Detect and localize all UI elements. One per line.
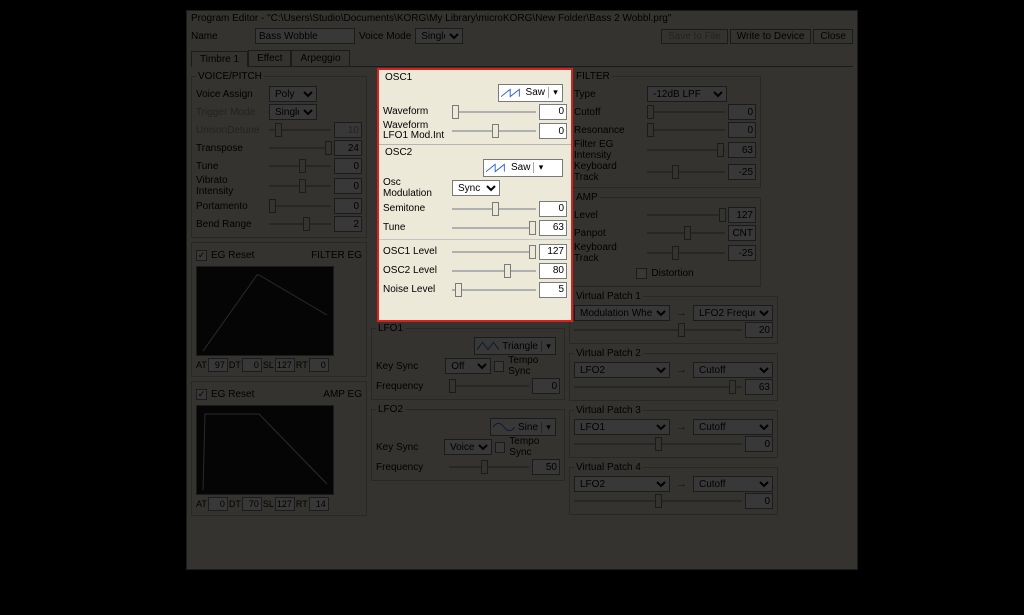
unison-detune-slider [269, 123, 331, 137]
tab-arpeggio[interactable]: Arpeggio [291, 50, 349, 66]
window-title: Program Editor - "C:\Users\Studio\Docume… [191, 13, 671, 24]
lfo1-keysync-select[interactable]: Off [445, 358, 491, 374]
osc1-group: OSC1 Saw ▾ Waveform0 Waveform LFO1 Mod.I… [379, 70, 571, 145]
amp-eg-graph[interactable] [196, 405, 334, 495]
osc1-lfo1mod-slider[interactable] [452, 124, 536, 138]
write-to-device-button[interactable]: Write to Device [730, 29, 812, 44]
vp2-src-select[interactable]: LFO2 [574, 362, 670, 378]
filter-group: FILTER Type-12dB LPF Cutoff0 Resonance0 … [569, 71, 761, 188]
lfo1-tempo-sync-checkbox[interactable]: Tempo Sync [494, 355, 560, 377]
lfo1-freq-slider[interactable] [449, 379, 529, 393]
tune-slider[interactable] [269, 159, 331, 173]
osc2-semitone-slider[interactable] [452, 202, 536, 216]
arrow-right-icon: → [674, 421, 689, 433]
arrow-right-icon: → [674, 307, 689, 319]
filter-eg-graph[interactable] [196, 266, 334, 356]
vibrato-slider[interactable] [269, 179, 331, 193]
tab-effect[interactable]: Effect [248, 50, 291, 66]
chevron-down-icon: ▾ [548, 87, 560, 98]
trigger-mode-select: Single [269, 104, 317, 120]
osc1-level-slider[interactable] [452, 245, 536, 259]
filter-kbd-slider[interactable] [647, 165, 725, 179]
saw-wave-icon [486, 162, 508, 174]
lfo2-tempo-sync-checkbox[interactable]: Tempo Sync [495, 436, 560, 458]
chevron-down-icon: ▾ [541, 422, 553, 433]
amp-level-slider[interactable] [647, 208, 725, 222]
close-button[interactable]: Close [813, 29, 853, 44]
vp2-slider[interactable] [574, 380, 742, 394]
filter-type-select[interactable]: -12dB LPF [647, 86, 727, 102]
voice-pitch-group: VOICE/PITCH Voice AssignPoly Trigger Mod… [191, 71, 367, 238]
osc2-tune-slider[interactable] [452, 221, 536, 235]
cutoff-slider[interactable] [647, 105, 725, 119]
lfo1-group: LFO1 Triangle▾ Key SyncOffTempo Sync Fre… [371, 323, 565, 400]
portamento-slider[interactable] [269, 199, 331, 213]
name-label: Name [191, 31, 251, 42]
osc2-mod-select[interactable]: Sync [452, 180, 500, 196]
saw-wave-icon [501, 87, 523, 99]
lfo2-freq-slider[interactable] [449, 460, 529, 474]
voice-mode-label: Voice Mode [359, 31, 411, 42]
filter-eg-group: ✓EG ResetFILTER EG AT97 DT0 SL127 RT0 [191, 242, 367, 377]
vp3-src-select[interactable]: LFO1 [574, 419, 670, 435]
lfo2-group: LFO2 Sine▾ Key SyncVoiceTempo Sync Frequ… [371, 404, 565, 481]
amp-kbd-slider[interactable] [647, 246, 725, 260]
voice-mode-select[interactable]: Single [415, 28, 463, 44]
osc2-group: OSC2 Saw ▾ Osc ModulationSync Semitone0 … [379, 145, 571, 302]
lfo2-keysync-select[interactable]: Voice [444, 439, 492, 455]
osc1-legend: OSC1 [385, 72, 567, 83]
vp3-slider[interactable] [574, 437, 742, 451]
vp4-src-select[interactable]: LFO2 [574, 476, 670, 492]
vp1-slider[interactable] [574, 323, 742, 337]
osc2-level-slider[interactable] [452, 264, 536, 278]
vp3-group: Virtual Patch 3 LFO1→Cutoff 0 [569, 405, 778, 458]
vp2-group: Virtual Patch 2 LFO2→Cutoff 63 [569, 348, 778, 401]
amp-eg-group: ✓EG ResetAMP EG AT0 DT70 SL127 RT14 [191, 381, 367, 516]
vp1-dst-select[interactable]: LFO2 Frequenc [693, 305, 773, 321]
amp-group: AMP Level127 PanpotCNT Keyboard Track-25… [569, 192, 761, 287]
highlight-region: OSC1 Saw ▾ Waveform0 Waveform LFO1 Mod.I… [377, 68, 573, 322]
vp3-dst-select[interactable]: Cutoff [693, 419, 773, 435]
arrow-right-icon: → [674, 478, 689, 490]
eg-intensity-slider[interactable] [647, 143, 725, 157]
panpot-slider[interactable] [647, 226, 725, 240]
resonance-slider[interactable] [647, 123, 725, 137]
amp-eg-reset-checkbox[interactable]: ✓EG Reset [196, 389, 254, 400]
vp4-slider[interactable] [574, 494, 742, 508]
vp1-src-select[interactable]: Modulation Wheel [574, 305, 670, 321]
vp1-group: Virtual Patch 1 Modulation Wheel→LFO2 Fr… [569, 291, 778, 344]
lfo1-wave-select[interactable]: Triangle▾ [474, 337, 556, 355]
chevron-down-icon: ▾ [541, 341, 553, 352]
bend-slider[interactable] [269, 217, 331, 231]
vp4-group: Virtual Patch 4 LFO2→Cutoff 0 [569, 462, 778, 515]
transpose-slider[interactable] [269, 141, 331, 155]
osc2-legend: OSC2 [385, 147, 567, 158]
filter-eg-reset-checkbox[interactable]: ✓EG Reset [196, 250, 254, 261]
tab-timbre1[interactable]: Timbre 1 [191, 51, 248, 67]
chevron-down-icon: ▾ [533, 162, 545, 173]
voice-assign-select[interactable]: Poly [269, 86, 317, 102]
save-to-file-button[interactable]: Save to File [661, 29, 728, 44]
lfo2-wave-select[interactable]: Sine▾ [490, 418, 556, 436]
osc2-wave-select[interactable]: Saw ▾ [483, 159, 563, 177]
noise-level-slider[interactable] [452, 283, 536, 297]
arrow-right-icon: → [674, 364, 689, 376]
vp4-dst-select[interactable]: Cutoff [693, 476, 773, 492]
osc1-waveform-slider[interactable] [452, 105, 536, 119]
vp2-dst-select[interactable]: Cutoff [693, 362, 773, 378]
osc1-wave-select[interactable]: Saw ▾ [498, 84, 563, 102]
program-name-input[interactable] [255, 28, 355, 44]
distortion-checkbox[interactable]: Distortion [636, 268, 693, 279]
